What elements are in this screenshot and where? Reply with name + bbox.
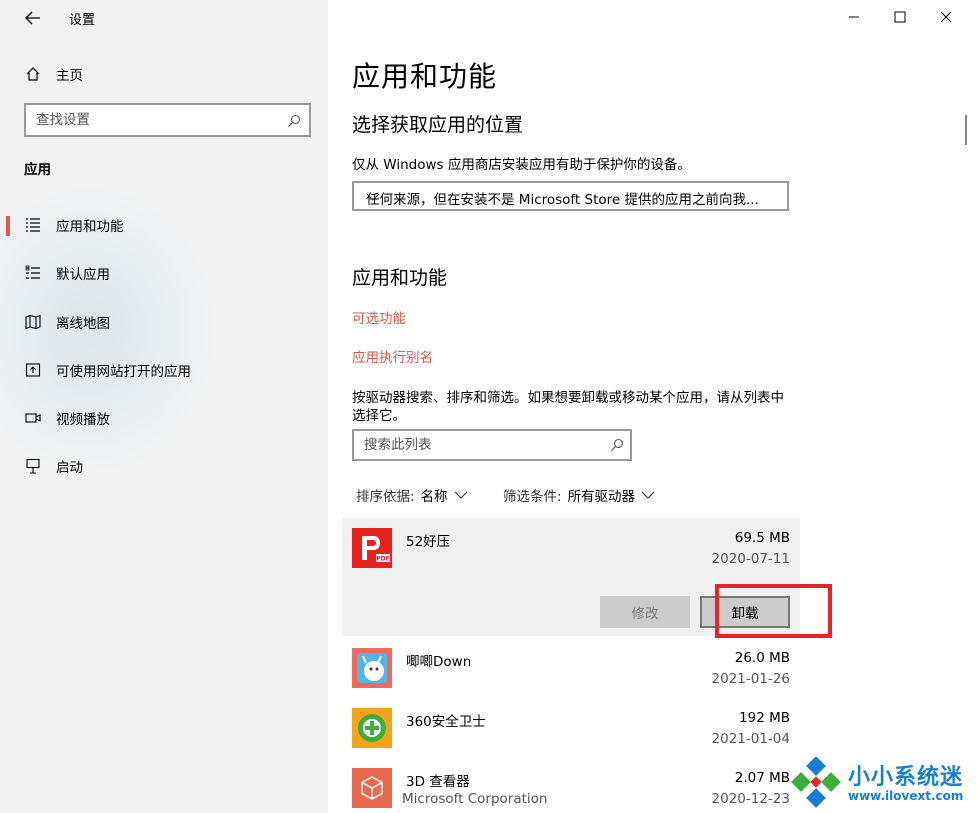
- app-source-dropdown[interactable]: 任何来源，但在安装不是 Microsoft Store 提供的应用之前向我...: [352, 181, 789, 211]
- optional-features-link[interactable]: 可选功能: [352, 307, 406, 327]
- annotation-highlight-box: [715, 584, 832, 638]
- sidebar-item-apps-features[interactable]: 应用和功能: [0, 205, 328, 245]
- offline-maps-icon: [24, 313, 42, 331]
- sort-value: 名称: [420, 489, 448, 505]
- app-list-item[interactable]: 唧唧Down 26.0 MB 2021-01-26: [342, 638, 800, 696]
- search-icon: [287, 113, 301, 132]
- 3d-viewer-icon: [352, 768, 392, 808]
- source-section-title: 选择获取应用的位置: [352, 114, 524, 136]
- search-icon: [610, 437, 624, 456]
- chevron-down-icon: [366, 190, 779, 206]
- app-size: 69.5 MB: [734, 530, 790, 546]
- watermark-url: www.ilovext.com: [848, 789, 964, 803]
- app-name: 360安全卫士: [406, 714, 486, 730]
- app-size: 2.07 MB: [734, 770, 790, 786]
- app-date: 2020-12-23: [711, 791, 790, 807]
- close-button[interactable]: [923, 0, 969, 34]
- settings-search-input[interactable]: [36, 111, 276, 129]
- sidebar-item-offline-maps[interactable]: 离线地图: [0, 302, 328, 342]
- chevron-down-icon: [641, 491, 655, 499]
- source-section-description: 仅从 Windows 应用商店安装应用有助于保护你的设备。: [352, 157, 691, 173]
- app-date: 2020-07-11: [711, 551, 790, 567]
- app-name: 3D 查看器: [406, 774, 470, 790]
- settings-search[interactable]: [24, 103, 311, 137]
- startup-icon: [24, 457, 42, 475]
- home-icon: [24, 65, 42, 83]
- watermark: 小小系统迷 www.ilovext.com: [790, 755, 977, 813]
- sidebar-item-label: 应用和功能: [56, 219, 124, 235]
- maximize-icon: [894, 11, 906, 23]
- sidebar-item-label: 默认应用: [56, 267, 110, 283]
- apps-for-websites-icon: [24, 361, 42, 379]
- default-apps-icon: [24, 264, 42, 282]
- sidebar: 设置 主页 应用 应用和功能 默认应用: [0, 0, 328, 813]
- app-size: 26.0 MB: [734, 650, 790, 666]
- svg-text:PDF: PDF: [376, 556, 389, 563]
- app-date: 2021-01-04: [711, 731, 790, 747]
- app-name: 唧唧Down: [406, 654, 472, 670]
- filter-by-dropdown[interactable]: 筛选条件: 所有驱动器: [503, 485, 655, 505]
- app-size: 192 MB: [739, 710, 790, 726]
- filter-value: 所有驱动器: [567, 489, 636, 505]
- video-playback-icon: [24, 409, 42, 427]
- sidebar-item-apps-for-websites[interactable]: 可使用网站打开的应用: [0, 350, 328, 390]
- watermark-brand: 小小系统迷: [848, 765, 964, 790]
- 360-security-icon: [352, 708, 392, 748]
- scrollbar-thumb[interactable]: [965, 115, 967, 145]
- haozip-icon: PDF: [352, 528, 392, 568]
- sidebar-section-title: 应用: [24, 162, 51, 178]
- app-name: 52好压: [406, 534, 451, 550]
- app-list-search-input[interactable]: [364, 436, 594, 454]
- apps-section-description-line1: 按驱动器搜索、排序和筛选。如果想要卸载或移动某个应用，请从列表中: [352, 390, 784, 406]
- sidebar-item-label: 离线地图: [56, 316, 110, 332]
- app-list-item[interactable]: 3D 查看器 Microsoft Corporation 2.07 MB 202…: [342, 758, 800, 813]
- sort-label: 排序依据:: [356, 489, 415, 505]
- apps-section-description-line2: 选择它。: [352, 408, 406, 424]
- sidebar-item-video-playback[interactable]: 视频播放: [0, 398, 328, 438]
- modify-button[interactable]: 修改: [600, 596, 690, 628]
- maximize-button[interactable]: [877, 0, 923, 34]
- sidebar-item-label: 可使用网站打开的应用: [56, 364, 191, 380]
- sidebar-item-label: 启动: [56, 460, 83, 476]
- back-arrow-icon: [25, 11, 40, 25]
- app-publisher: Microsoft Corporation: [402, 791, 548, 807]
- page-title: 应用和功能: [352, 60, 498, 93]
- minimize-button[interactable]: [831, 0, 877, 34]
- apps-section-title: 应用和功能: [352, 267, 448, 289]
- sidebar-item-label: 视频播放: [56, 412, 110, 428]
- watermark-logo-icon: [790, 756, 844, 809]
- sidebar-item-home[interactable]: 主页: [0, 54, 328, 94]
- app-list-item[interactable]: 360安全卫士 192 MB 2021-01-04: [342, 698, 800, 756]
- app-execution-aliases-link[interactable]: 应用执行别名: [352, 346, 433, 366]
- minimize-icon: [849, 16, 859, 18]
- filter-label: 筛选条件:: [503, 489, 562, 505]
- jijidown-icon: [352, 648, 392, 688]
- window-title: 设置: [69, 13, 96, 28]
- sidebar-item-label: 主页: [56, 68, 83, 84]
- app-date: 2021-01-26: [711, 671, 790, 687]
- app-list-search[interactable]: [352, 429, 632, 461]
- settings-window: 设置 主页 应用 应用和功能 默认应用: [0, 0, 977, 813]
- apps-features-icon: [24, 216, 42, 234]
- close-icon: [940, 11, 952, 23]
- sort-by-dropdown[interactable]: 排序依据: 名称: [356, 485, 468, 505]
- back-button[interactable]: [20, 5, 46, 31]
- sidebar-item-default-apps[interactable]: 默认应用: [0, 253, 328, 293]
- sidebar-item-startup[interactable]: 启动: [0, 446, 328, 486]
- chevron-down-icon: [454, 491, 467, 499]
